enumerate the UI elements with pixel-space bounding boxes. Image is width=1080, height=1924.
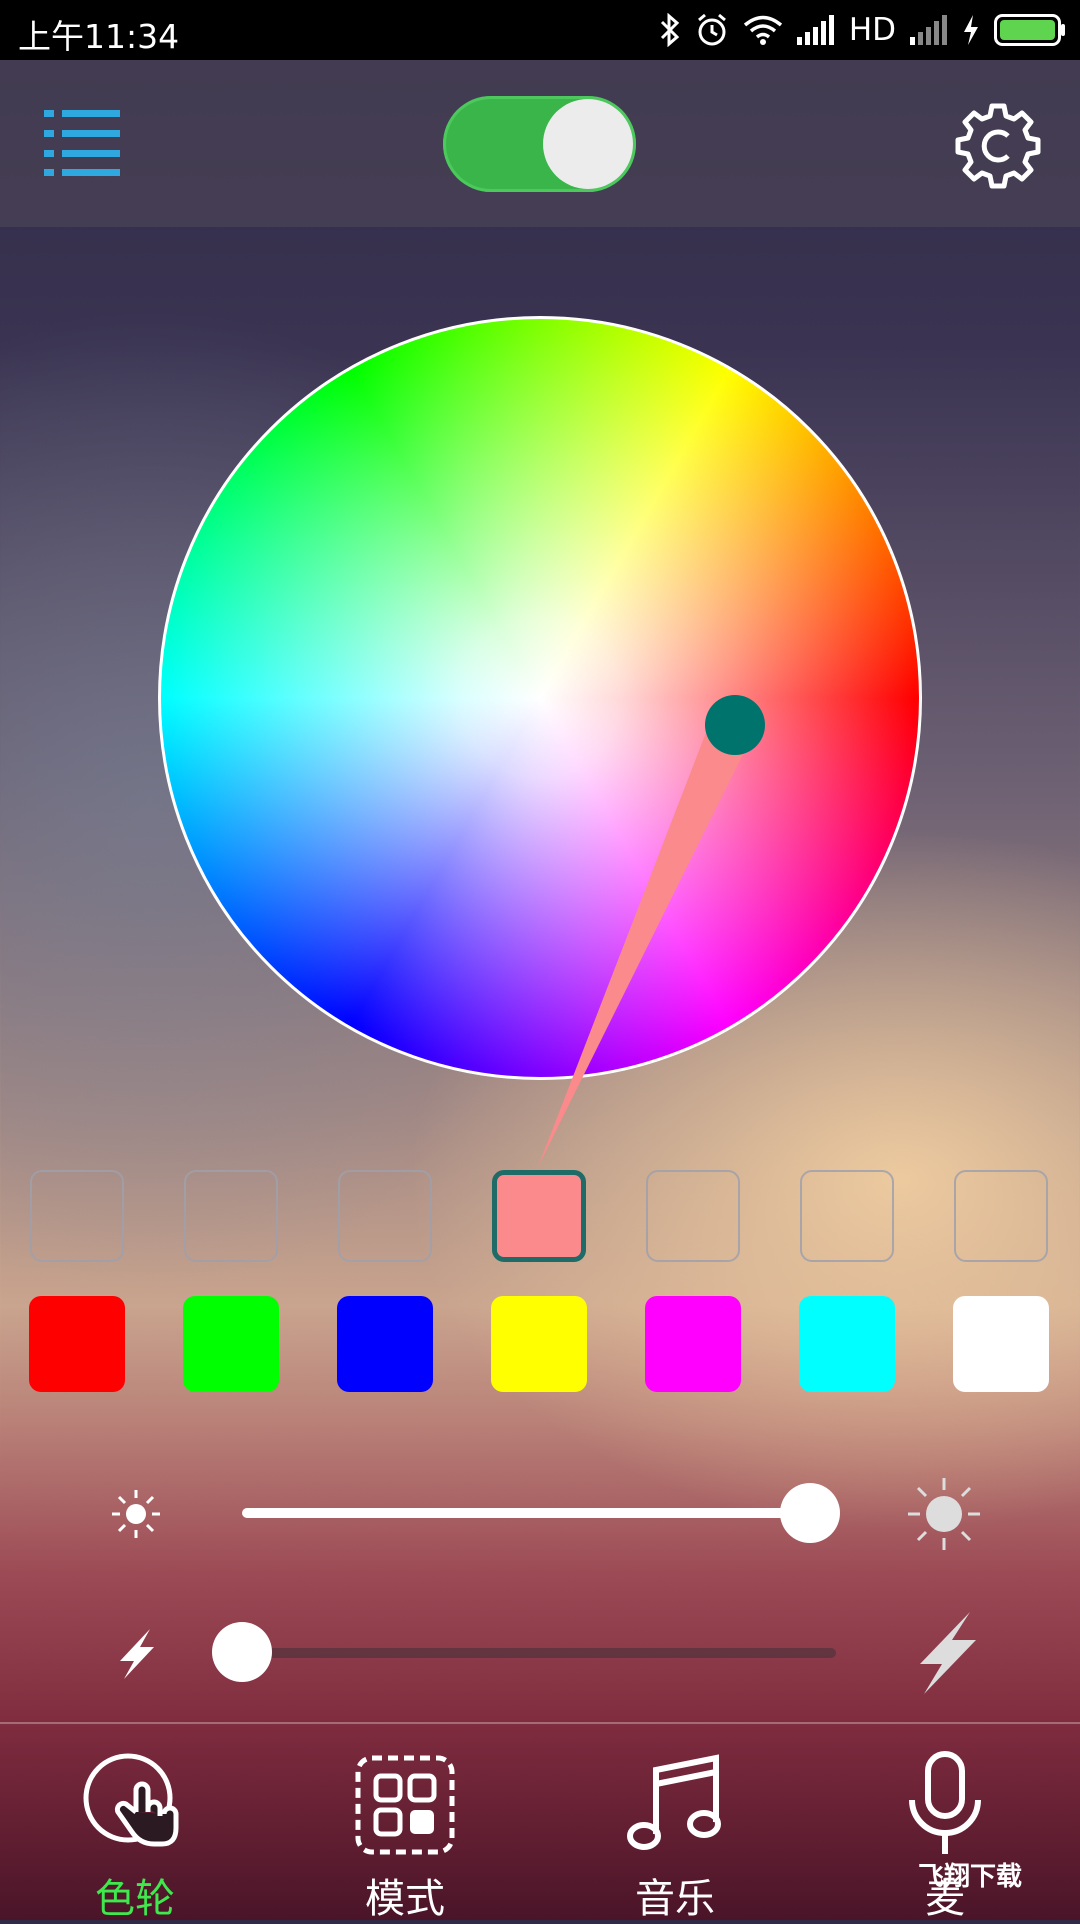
watermark-logo: 飞翔下载 bbox=[918, 1856, 1078, 1916]
nav-tab-label: 模式 bbox=[365, 1876, 445, 1922]
signal-weak-icon bbox=[910, 15, 947, 45]
bluetooth-icon bbox=[660, 13, 680, 47]
settings-button[interactable] bbox=[952, 100, 1044, 192]
grid-mode-icon bbox=[350, 1750, 460, 1860]
custom-color-slot[interactable] bbox=[800, 1170, 894, 1262]
custom-color-slot[interactable] bbox=[30, 1170, 124, 1262]
status-time: 上午11:34 bbox=[18, 17, 180, 56]
preset-color-swatch[interactable] bbox=[337, 1296, 433, 1392]
brightness-slider-thumb[interactable] bbox=[780, 1483, 840, 1543]
nav-tab-label: 色轮 bbox=[95, 1876, 175, 1922]
custom-color-slot[interactable] bbox=[492, 1170, 586, 1262]
nav-divider bbox=[0, 1722, 1080, 1724]
nav-tab-music-note[interactable]: 音乐 bbox=[585, 1740, 765, 1922]
custom-color-slot[interactable] bbox=[338, 1170, 432, 1262]
color-wheel-container bbox=[158, 316, 922, 1080]
status-bar: 上午11:34 HD bbox=[0, 0, 1080, 60]
speed-slider-thumb[interactable] bbox=[212, 1622, 272, 1682]
custom-color-slot[interactable] bbox=[954, 1170, 1048, 1262]
menu-button[interactable] bbox=[40, 106, 130, 182]
touch-circle-icon bbox=[80, 1750, 190, 1860]
battery-icon bbox=[994, 14, 1065, 46]
preset-color-swatch[interactable] bbox=[645, 1296, 741, 1392]
gear-icon bbox=[955, 103, 1041, 189]
color-wheel[interactable] bbox=[158, 316, 922, 1080]
watermark-text: 飞翔下载 bbox=[918, 1862, 1023, 1892]
sun-large-icon bbox=[908, 1478, 980, 1550]
lightning-small-icon bbox=[120, 1629, 154, 1679]
lightning-large-icon bbox=[920, 1612, 976, 1694]
custom-color-slot[interactable] bbox=[646, 1170, 740, 1262]
preset-color-swatch[interactable] bbox=[491, 1296, 587, 1392]
custom-color-slot[interactable] bbox=[184, 1170, 278, 1262]
preset-color-swatch[interactable] bbox=[799, 1296, 895, 1392]
brightness-slider-track[interactable] bbox=[242, 1508, 810, 1518]
speed-slider-track[interactable] bbox=[242, 1648, 836, 1658]
status-icons: HD bbox=[659, 8, 1066, 52]
list-menu-icon bbox=[44, 110, 120, 176]
signal-icon bbox=[796, 15, 834, 45]
alarm-icon bbox=[697, 13, 726, 46]
charging-icon bbox=[964, 15, 978, 45]
preset-color-swatch[interactable] bbox=[29, 1296, 125, 1392]
preset-color-swatch[interactable] bbox=[183, 1296, 279, 1392]
wifi-icon bbox=[743, 15, 782, 45]
preset-color-swatch[interactable] bbox=[953, 1296, 1049, 1392]
power-toggle[interactable] bbox=[443, 96, 636, 192]
nav-tab-grid-mode[interactable]: 模式 bbox=[315, 1740, 495, 1922]
toggle-knob bbox=[543, 99, 633, 189]
network-type-label: HD bbox=[848, 12, 896, 48]
music-note-icon bbox=[620, 1750, 730, 1860]
nav-tab-touch-circle[interactable]: 色轮 bbox=[45, 1740, 225, 1922]
sun-small-icon bbox=[112, 1490, 160, 1538]
nav-tab-label: 音乐 bbox=[635, 1876, 715, 1922]
microphone-icon bbox=[890, 1750, 1000, 1860]
